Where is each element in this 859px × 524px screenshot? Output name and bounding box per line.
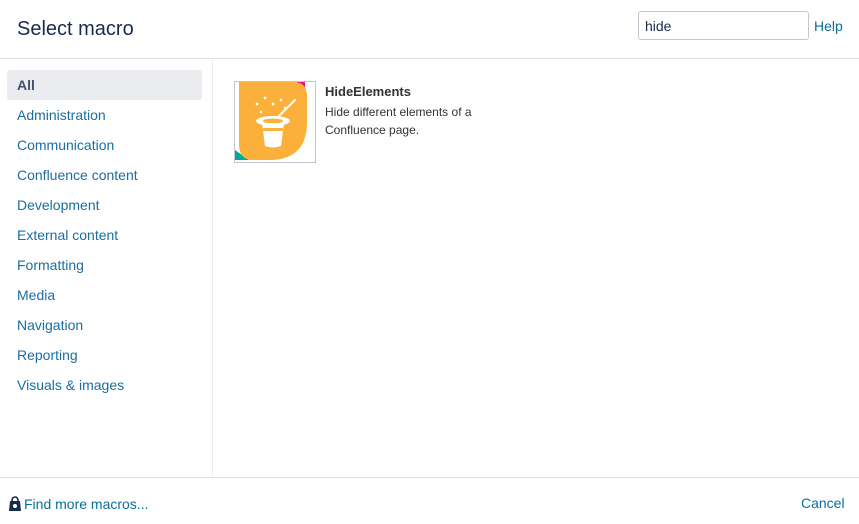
sidebar-item-administration[interactable]: Administration — [7, 100, 202, 130]
sidebar-item-navigation[interactable]: Navigation — [7, 310, 202, 340]
dialog-footer: Find more macros... Cancel — [0, 477, 859, 524]
sidebar-item-visuals-images[interactable]: Visuals & images — [7, 370, 202, 400]
category-list: All Administration Communication Conflue… — [7, 70, 202, 400]
help-link[interactable]: Help — [814, 18, 843, 34]
cancel-button[interactable]: Cancel — [801, 495, 845, 511]
macro-name: HideElements — [325, 84, 411, 99]
macro-description: Hide different elements of a Confluence … — [325, 105, 472, 137]
sidebar-item-formatting[interactable]: Formatting — [7, 250, 202, 280]
sidebar-item-communication[interactable]: Communication — [7, 130, 202, 160]
sidebar-item-development[interactable]: Development — [7, 190, 202, 220]
macro-results: HideElements Hide different elements of … — [214, 60, 859, 477]
shopping-bag-icon — [8, 496, 22, 512]
find-more-macros-label: Find more macros... — [24, 496, 149, 512]
select-macro-dialog: Select macro Help All Administration Com… — [0, 0, 859, 524]
dialog-title: Select macro — [17, 18, 134, 40]
macro-card-hideelements[interactable]: HideElements Hide different elements of … — [234, 81, 514, 165]
sidebar-item-confluence-content[interactable]: Confluence content — [7, 160, 202, 190]
magic-hat-icon — [234, 81, 316, 163]
category-sidebar: All Administration Communication Conflue… — [0, 60, 213, 477]
sidebar-item-external-content[interactable]: External content — [7, 220, 202, 250]
search-input[interactable] — [638, 11, 809, 40]
dialog-header: Select macro Help — [0, 0, 859, 59]
sidebar-item-reporting[interactable]: Reporting — [7, 340, 202, 370]
find-more-macros-link[interactable]: Find more macros... — [8, 495, 148, 513]
sidebar-item-all[interactable]: All — [7, 70, 202, 100]
sidebar-item-media[interactable]: Media — [7, 280, 202, 310]
